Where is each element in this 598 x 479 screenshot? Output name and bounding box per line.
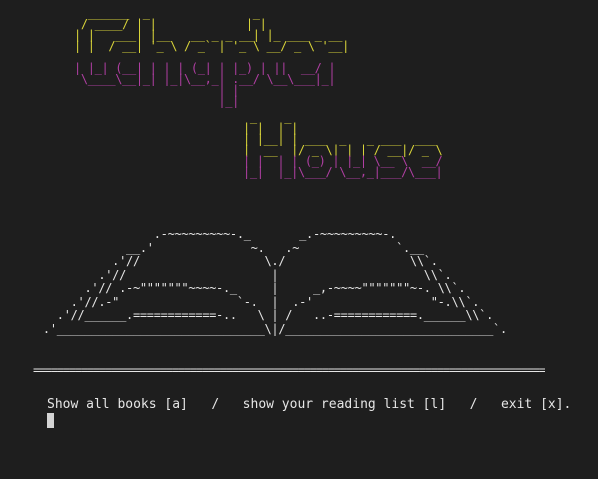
text-cursor[interactable]: [47, 413, 54, 428]
logo-house-top: _ _ | | | | | |__| | ___ _ _ ___ ___ | _…: [243, 110, 443, 157]
divider-line: ========================================…: [33, 364, 545, 376]
open-book-ascii-art: .-~~~~~~~~~-._ _.-~~~~~~~~~-. __.' ~. .~…: [42, 227, 507, 336]
logo-chapter-bottom: | |_| (__| | | | (_| | |_) | || __/ | \_…: [74, 61, 336, 108]
logo-chapter-top: ______ _ _ / ____/ | | | | | | ___| |__ …: [74, 6, 349, 53]
terminal-window: ______ _ _ / ____/ | | | | | | ___| |__ …: [0, 0, 598, 479]
menu-prompt: Show all books [a] / show your reading l…: [47, 397, 572, 412]
logo-house-bottom: | | | | (_) | |_| \__ \ __/ |_| |_|\___/…: [243, 154, 443, 179]
